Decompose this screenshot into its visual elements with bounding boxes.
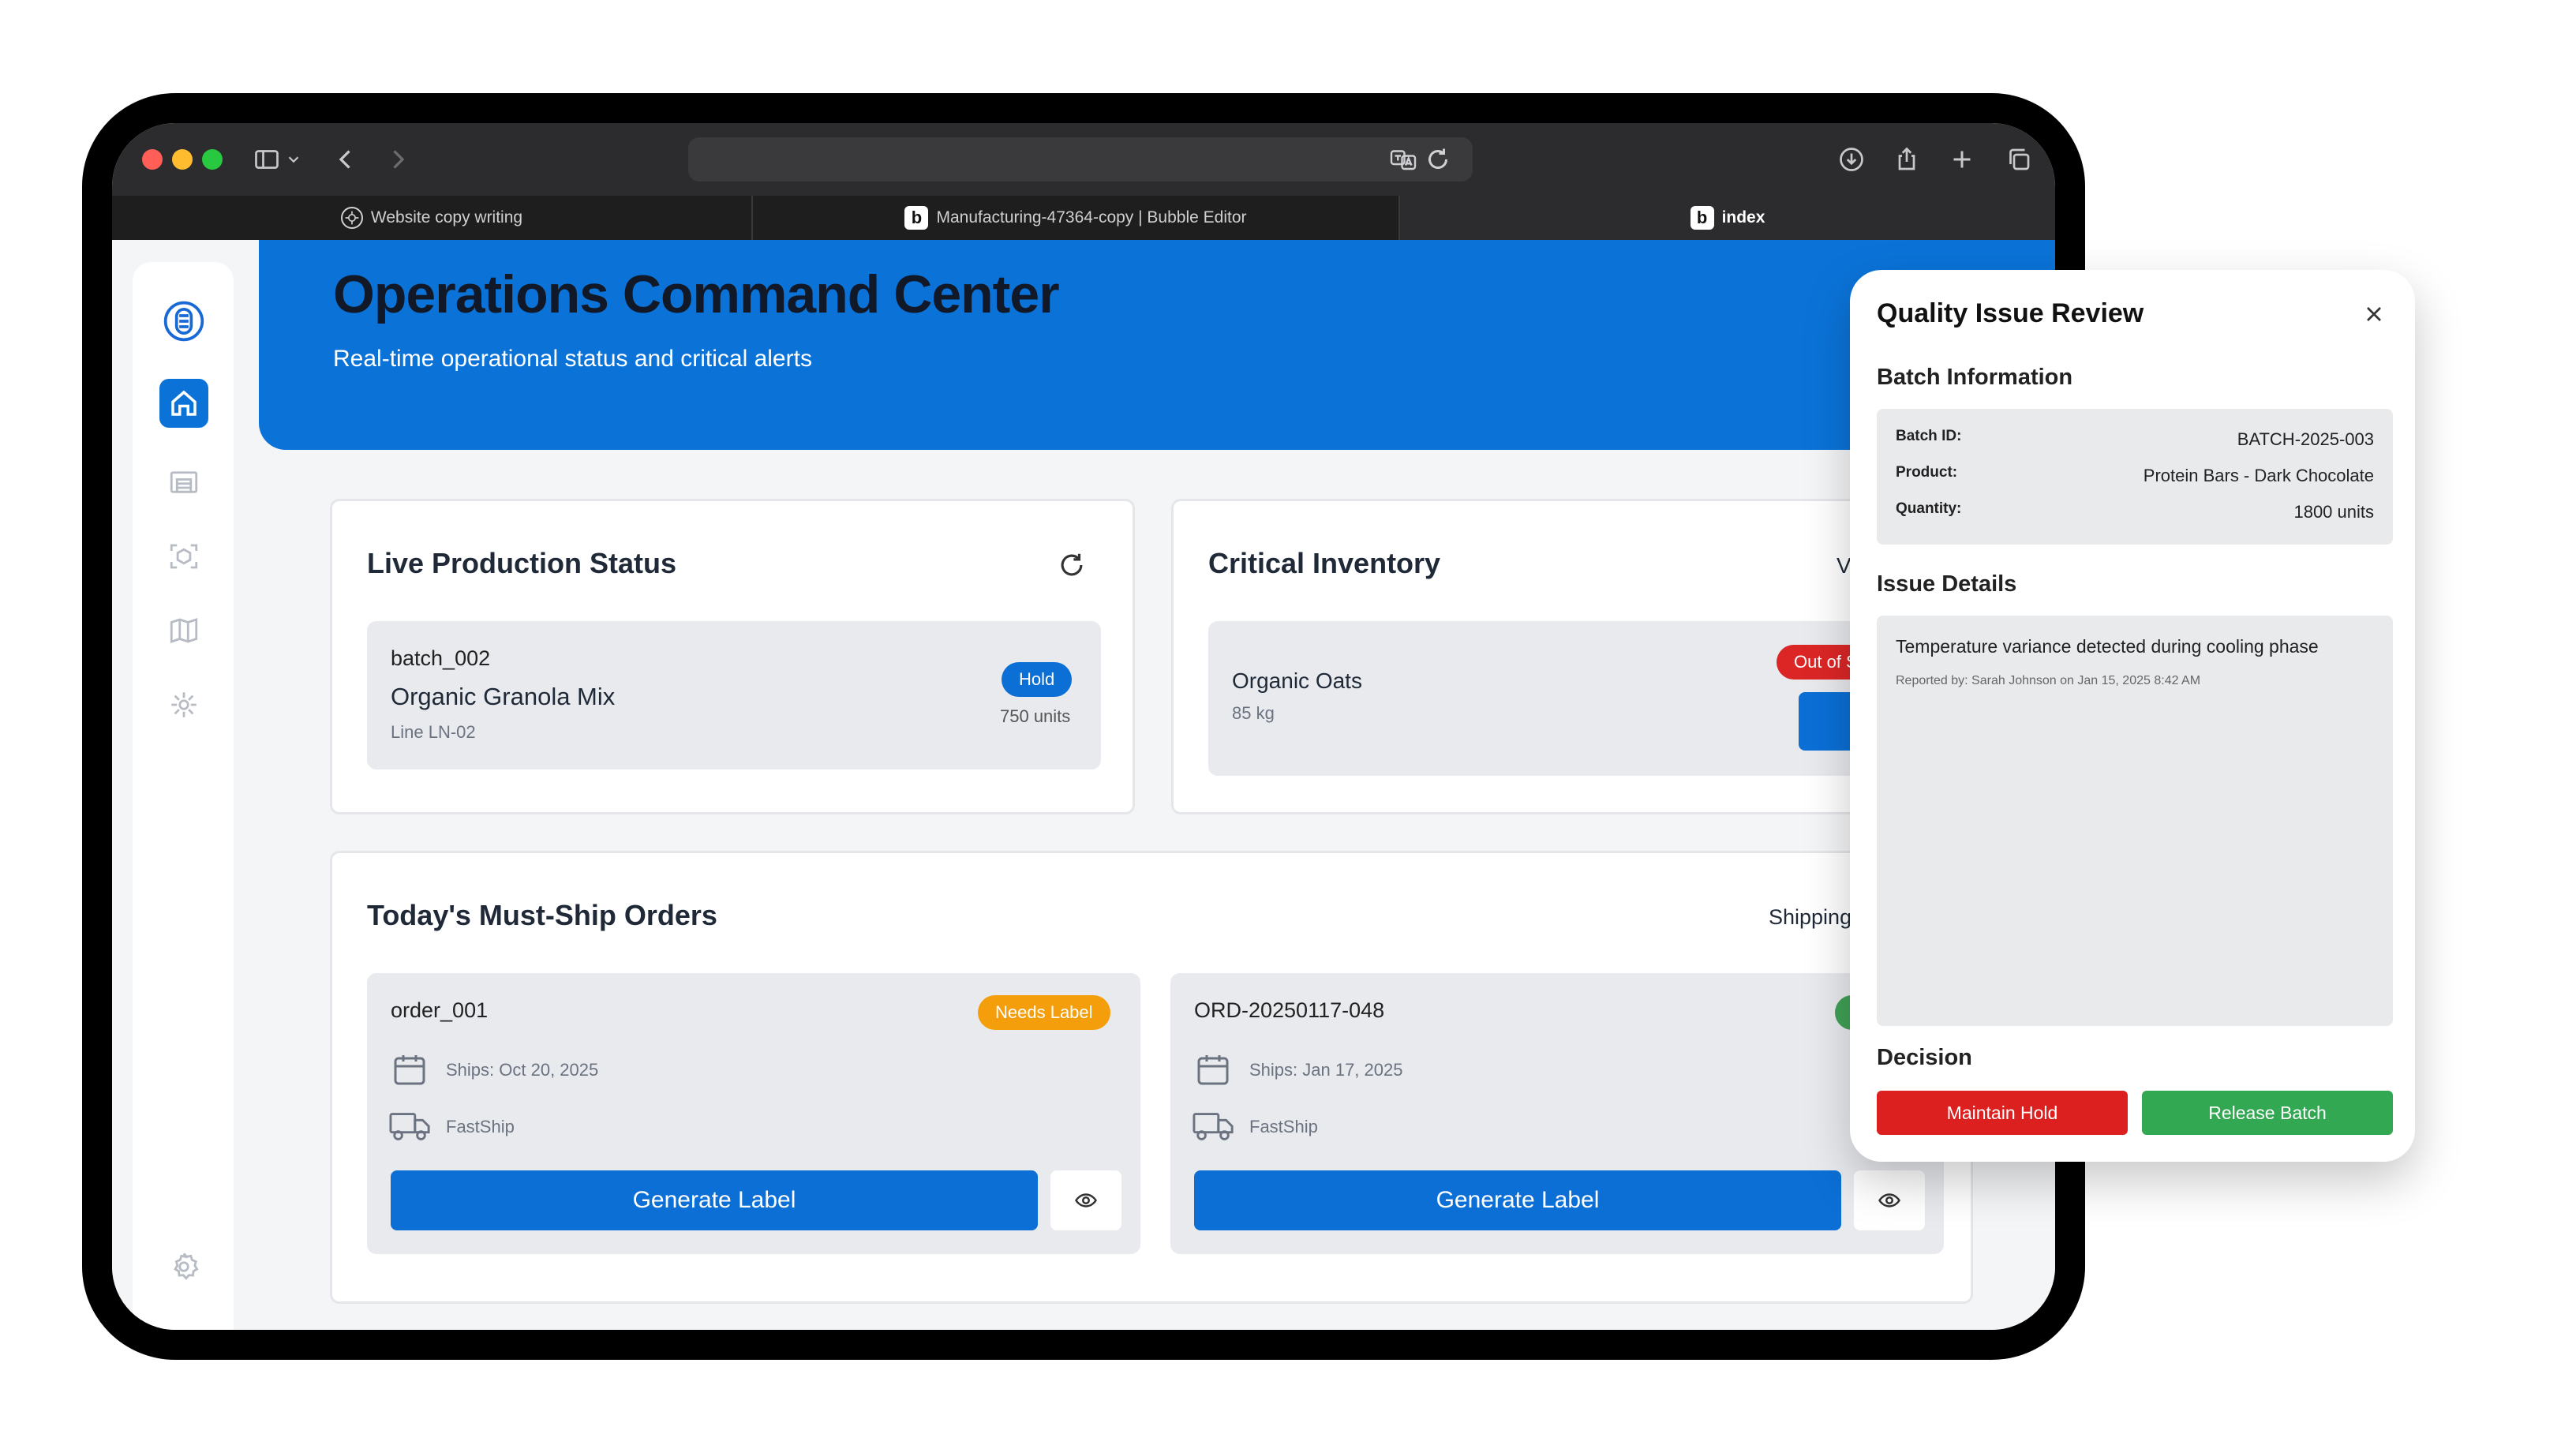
inventory-row[interactable]: Organic Oats 85 kg Out of S Rec (1208, 621, 1956, 776)
batch-line: Line LN-02 (391, 722, 476, 742)
inventory-amount: 85 kg (1232, 703, 1275, 723)
chevron-down-icon[interactable] (279, 139, 308, 180)
carrier: FastShip (1249, 1117, 1318, 1136)
critical-inventory-card: Critical Inventory Vi Organic Oats 85 kg… (1171, 499, 1960, 814)
needs-label-badge: Needs Label (978, 995, 1110, 1030)
must-ship-orders-card: Today's Must-Ship Orders Shipping order_… (330, 851, 1973, 1304)
inventory-name: Organic Oats (1232, 668, 1362, 693)
decision-heading: Decision (1877, 1045, 1972, 1070)
modal-title: Quality Issue Review (1877, 298, 2144, 328)
maintain-hold-button[interactable]: Maintain Hold (1877, 1091, 2128, 1135)
quality-issue-modal: Quality Issue Review Batch Information B… (1850, 270, 2415, 1162)
batch-product: Organic Granola Mix (391, 683, 616, 710)
close-icon[interactable] (2361, 301, 2387, 327)
issue-details-heading: Issue Details (1877, 571, 2017, 597)
page-title: Operations Command Center (333, 264, 1060, 324)
tab-label: index (1721, 208, 1765, 227)
screen: Website copy writing b Manufacturing-473… (112, 123, 2055, 1330)
product-value: Protein Bars - Dark Chocolate (2143, 466, 2374, 485)
forward-icon[interactable] (377, 139, 418, 180)
close-window-button[interactable] (142, 149, 163, 170)
calendar-icon (1194, 1050, 1232, 1088)
tab-bubble-editor[interactable]: b Manufacturing-47364-copy | Bubble Edit… (753, 196, 1400, 240)
order-card: ORD-20250117-048 R Ships: Jan 17, 2025 F… (1170, 973, 1944, 1254)
card-title: Today's Must-Ship Orders (367, 899, 717, 931)
home-icon[interactable] (159, 379, 208, 428)
batch-id: batch_002 (391, 646, 491, 670)
map-icon[interactable] (159, 606, 208, 655)
reported-by: Reported by: Sarah Johnson on Jan 15, 20… (1896, 674, 2201, 687)
view-order-button[interactable] (1854, 1170, 1925, 1230)
share-icon[interactable] (1886, 139, 1927, 180)
tab-overview-icon[interactable] (1998, 139, 2039, 180)
address-bar[interactable] (688, 137, 1473, 182)
tab-index[interactable]: b index (1400, 196, 2055, 240)
browser-toolbar (112, 123, 2055, 196)
refresh-icon[interactable] (1057, 550, 1087, 580)
ship-date: Ships: Jan 17, 2025 (1249, 1060, 1403, 1080)
stage: Website copy writing b Manufacturing-473… (0, 0, 2576, 1449)
page: Operations Command Center Real-time oper… (112, 240, 2055, 1330)
batch-id-label: Batch ID: (1896, 428, 1962, 444)
bubble-logo-icon: b (1690, 206, 1714, 230)
tab-label: Website copy writing (370, 208, 523, 227)
sidebar (133, 262, 234, 1330)
release-batch-button[interactable]: Release Batch (2142, 1091, 2393, 1135)
carrier: FastShip (446, 1117, 515, 1136)
issue-text: Temperature variance detected during coo… (1896, 636, 2319, 657)
app-logo-icon[interactable] (159, 297, 208, 346)
chatgpt-icon (340, 207, 363, 229)
eye-icon (1075, 1193, 1097, 1208)
status-badge: Hold (1002, 662, 1073, 697)
tab-bar: Website copy writing b Manufacturing-473… (112, 196, 2055, 240)
quantity-label: Quantity: (1896, 500, 1962, 517)
download-icon[interactable] (1831, 139, 1872, 180)
order-id: ORD-20250117-048 (1194, 998, 1385, 1022)
tab-label: Manufacturing-47364-copy | Bubble Editor (936, 208, 1247, 227)
order-id: order_001 (391, 998, 489, 1022)
calendar-icon (391, 1050, 429, 1088)
warehouse-icon[interactable] (159, 458, 208, 507)
card-title: Critical Inventory (1208, 547, 1441, 579)
generate-label-button[interactable]: Generate Label (1194, 1170, 1841, 1230)
shipping-filter[interactable]: Shipping (1769, 905, 1852, 930)
batch-id-value: BATCH-2025-003 (2237, 429, 2374, 449)
quantity-value: 1800 units (2293, 502, 2374, 522)
maximize-window-button[interactable] (202, 149, 223, 170)
card-title: Live Production Status (367, 547, 677, 579)
ship-date: Ships: Oct 20, 2025 (446, 1060, 599, 1080)
new-tab-icon[interactable] (1941, 139, 1983, 180)
batch-info-heading: Batch Information (1877, 365, 2073, 390)
integrations-icon[interactable] (159, 680, 208, 729)
order-card: order_001 Needs Label Ships: Oct 20, 202… (367, 973, 1140, 1254)
production-status-card: Live Production Status batch_002 Organic… (330, 499, 1135, 814)
truck-icon (1193, 1109, 1235, 1144)
header-banner: Operations Command Center Real-time oper… (259, 240, 2055, 450)
issue-details-box: Temperature variance detected during coo… (1877, 616, 2393, 1026)
reload-icon[interactable] (1417, 139, 1458, 180)
bubble-logo-icon: b (904, 206, 929, 230)
batch-row[interactable]: batch_002 Organic Granola Mix Line LN-02… (367, 621, 1101, 769)
tablet-frame: Website copy writing b Manufacturing-473… (82, 93, 2085, 1360)
batch-quantity: 750 units (1000, 706, 1071, 726)
generate-label-button[interactable]: Generate Label (391, 1170, 1038, 1230)
product-label: Product: (1896, 464, 1958, 481)
settings-icon[interactable] (159, 1242, 208, 1291)
back-icon[interactable] (325, 139, 366, 180)
view-order-button[interactable] (1050, 1170, 1121, 1230)
batch-info-box: Batch ID: BATCH-2025-003 Product: Protei… (1877, 409, 2393, 545)
quality-scan-icon[interactable] (159, 532, 208, 581)
tab-website-copy[interactable]: Website copy writing (112, 196, 753, 240)
truck-icon (389, 1109, 432, 1144)
page-subtitle: Real-time operational status and critica… (333, 346, 812, 372)
minimize-window-button[interactable] (172, 149, 193, 170)
eye-icon (1878, 1193, 1900, 1208)
